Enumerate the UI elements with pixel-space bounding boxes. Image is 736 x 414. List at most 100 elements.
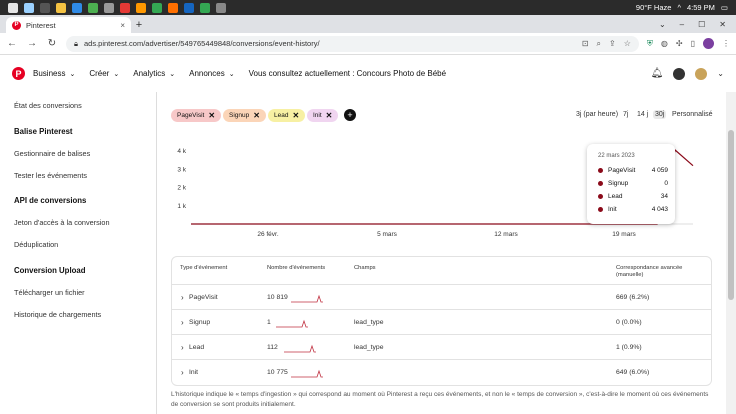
- address-bar[interactable]: 🔒︎ ads.pinterest.com/advertiser/54976544…: [66, 35, 639, 52]
- shield-extension-icon[interactable]: ⛨: [647, 39, 653, 49]
- event-match: 649 (6.0%): [616, 369, 650, 376]
- chip-init[interactable]: Init ✕: [307, 109, 339, 122]
- chip-lead[interactable]: Lead ✕: [268, 109, 306, 122]
- firefox-icon[interactable]: [136, 2, 146, 13]
- store-icon[interactable]: [88, 2, 98, 13]
- x-tick-label: 5 mars: [377, 231, 398, 238]
- chrome-active-icon[interactable]: [216, 2, 226, 13]
- chevron-down-icon[interactable]: ⌄: [717, 69, 724, 78]
- tooltip-date: 22 mars 2023: [598, 153, 635, 159]
- task-view-icon[interactable]: [40, 2, 50, 13]
- range-14j[interactable]: 14 j: [637, 111, 648, 118]
- pinterest-logo-icon[interactable]: P: [12, 67, 25, 80]
- edge-icon[interactable]: [72, 2, 82, 13]
- table-row[interactable]: › Signup 1 lead_type 0 (0.0%): [172, 309, 711, 334]
- sidebar-item-deduplication[interactable]: Déduplication: [14, 240, 58, 249]
- omnibox-actions: ⊡ ⌕ ⇪ ☆: [582, 39, 631, 49]
- table-row[interactable]: › PageVisit 10 819 669 (6.2%): [172, 284, 711, 309]
- sidebar-item-etat-conversions[interactable]: État des conversions: [14, 101, 82, 110]
- sidebar-item-jeton[interactable]: Jeton d'accès à la conversion: [14, 218, 110, 227]
- nav-analytics[interactable]: Analytics ⌄: [133, 69, 175, 78]
- close-window-button[interactable]: ✕: [719, 20, 726, 29]
- main-content: PageVisit ✕ Signup ✕ Lead ✕ Init ✕ + 3j (par…: [157, 92, 726, 414]
- nav-creer[interactable]: Créer ⌄: [89, 69, 119, 78]
- lock-icon[interactable]: 🔒︎: [74, 39, 78, 49]
- bookmark-star-icon[interactable]: ☆: [624, 39, 631, 49]
- profile-avatar[interactable]: [703, 38, 714, 49]
- mail-icon[interactable]: [104, 2, 114, 13]
- tooltip-row-lead: Lead 34: [598, 193, 668, 200]
- tooltip-value: 0: [664, 180, 668, 187]
- chevron-right-icon[interactable]: ›: [181, 293, 184, 302]
- window-controls: ⌄ – ☐ ✕: [659, 20, 736, 29]
- chrome-icon[interactable]: [152, 2, 162, 13]
- event-fields: lead_type: [354, 319, 384, 326]
- sidebar-item-historique[interactable]: Historique de chargements: [14, 310, 101, 319]
- search-icon[interactable]: [24, 2, 34, 13]
- browser-toolbar: ← → ↻ 🔒︎ ads.pinterest.com/advertiser/54…: [0, 33, 736, 55]
- table-row[interactable]: › Init 10 775 649 (6.0%): [172, 359, 711, 384]
- reload-icon[interactable]: ↻: [46, 38, 58, 49]
- chip-signup[interactable]: Signup ✕: [223, 109, 266, 122]
- footer-note: L'historique indique le « temps d'ingest…: [171, 391, 709, 408]
- chevron-right-icon[interactable]: ›: [181, 318, 184, 327]
- url-text[interactable]: ads.pinterest.com/advertiser/54976544984…: [84, 39, 320, 48]
- share-icon[interactable]: ⇪: [609, 39, 616, 49]
- back-arrow-icon[interactable]: ←: [6, 38, 18, 49]
- messages-icon[interactable]: [673, 67, 686, 80]
- chevron-right-icon[interactable]: ›: [181, 368, 184, 377]
- nav-annonces[interactable]: Annonces ⌄: [189, 69, 234, 78]
- notification-icon[interactable]: ▭: [721, 3, 728, 12]
- account-avatar[interactable]: [695, 67, 708, 80]
- tab-close-icon[interactable]: ×: [120, 21, 125, 30]
- brave-icon[interactable]: [120, 2, 130, 13]
- header-type: Type d'événement: [180, 265, 228, 271]
- maximize-button[interactable]: ☐: [698, 20, 705, 29]
- clock[interactable]: 4:59 PM: [687, 3, 715, 12]
- add-filter-button[interactable]: +: [344, 109, 356, 121]
- bell-icon[interactable]: 🔔︎: [651, 68, 664, 79]
- new-tab-button[interactable]: +: [131, 17, 147, 33]
- scrollbar-thumb[interactable]: [728, 130, 734, 300]
- chip-pagevisit[interactable]: PageVisit ✕: [171, 109, 222, 122]
- header-match: Correspondance avancée: [616, 265, 683, 271]
- close-icon[interactable]: ✕: [326, 111, 333, 120]
- install-app-icon[interactable]: ⊡: [582, 39, 589, 49]
- sidebar-item-telecharger[interactable]: Télécharger un fichier: [14, 288, 85, 297]
- sidebar-item-tester-evenements[interactable]: Tester les événements: [14, 171, 87, 180]
- close-icon[interactable]: ✕: [253, 111, 260, 120]
- chevron-down-icon[interactable]: ⌄: [659, 20, 666, 29]
- file-explorer-icon[interactable]: [56, 2, 66, 13]
- nav-business[interactable]: Business ⌄: [33, 69, 75, 78]
- puzzle-extensions-icon[interactable]: ✣: [676, 39, 683, 48]
- browser-tab-pinterest[interactable]: P Pinterest ×: [6, 17, 131, 33]
- event-match: 1 (0.9%): [616, 344, 642, 351]
- globe-extension-icon[interactable]: ◍: [661, 39, 668, 48]
- sidebar-heading-api: API de conversions: [14, 196, 87, 205]
- sidebar-item-gestionnaire-balises[interactable]: Gestionnaire de balises: [14, 149, 90, 158]
- chevron-down-icon: ⌄: [113, 70, 120, 78]
- sparkline: [291, 294, 323, 303]
- account-context[interactable]: Vous consultez actuellement : Concours P…: [249, 69, 446, 78]
- weather-status[interactable]: 90°F Haze: [636, 3, 672, 12]
- range-personnalise[interactable]: Personnalisé: [672, 111, 712, 118]
- table-row[interactable]: › Lead 112 lead_type 1 (0.9%): [172, 334, 711, 359]
- sparkline: [291, 369, 323, 378]
- range-3j[interactable]: 3j (par heure): [576, 111, 618, 118]
- forward-arrow-icon[interactable]: →: [26, 38, 38, 49]
- minimize-button[interactable]: –: [680, 20, 684, 29]
- start-icon[interactable]: [8, 2, 18, 13]
- close-icon[interactable]: ✕: [208, 111, 215, 120]
- range-7j[interactable]: 7j: [623, 111, 628, 118]
- illustrator-icon[interactable]: [168, 2, 178, 13]
- photoshop-icon[interactable]: [184, 2, 194, 13]
- close-icon[interactable]: ✕: [292, 111, 299, 120]
- sidepanel-icon[interactable]: ▯: [691, 39, 695, 48]
- kebab-menu-icon[interactable]: ⋮: [722, 39, 730, 48]
- zoom-icon[interactable]: ⌕: [597, 39, 601, 49]
- event-name: PageVisit: [189, 294, 218, 301]
- tray-chevron-icon[interactable]: ^: [677, 3, 681, 12]
- range-30j[interactable]: 30j: [653, 110, 667, 119]
- chrome-profile-icon[interactable]: [200, 2, 210, 13]
- chevron-right-icon[interactable]: ›: [181, 343, 184, 352]
